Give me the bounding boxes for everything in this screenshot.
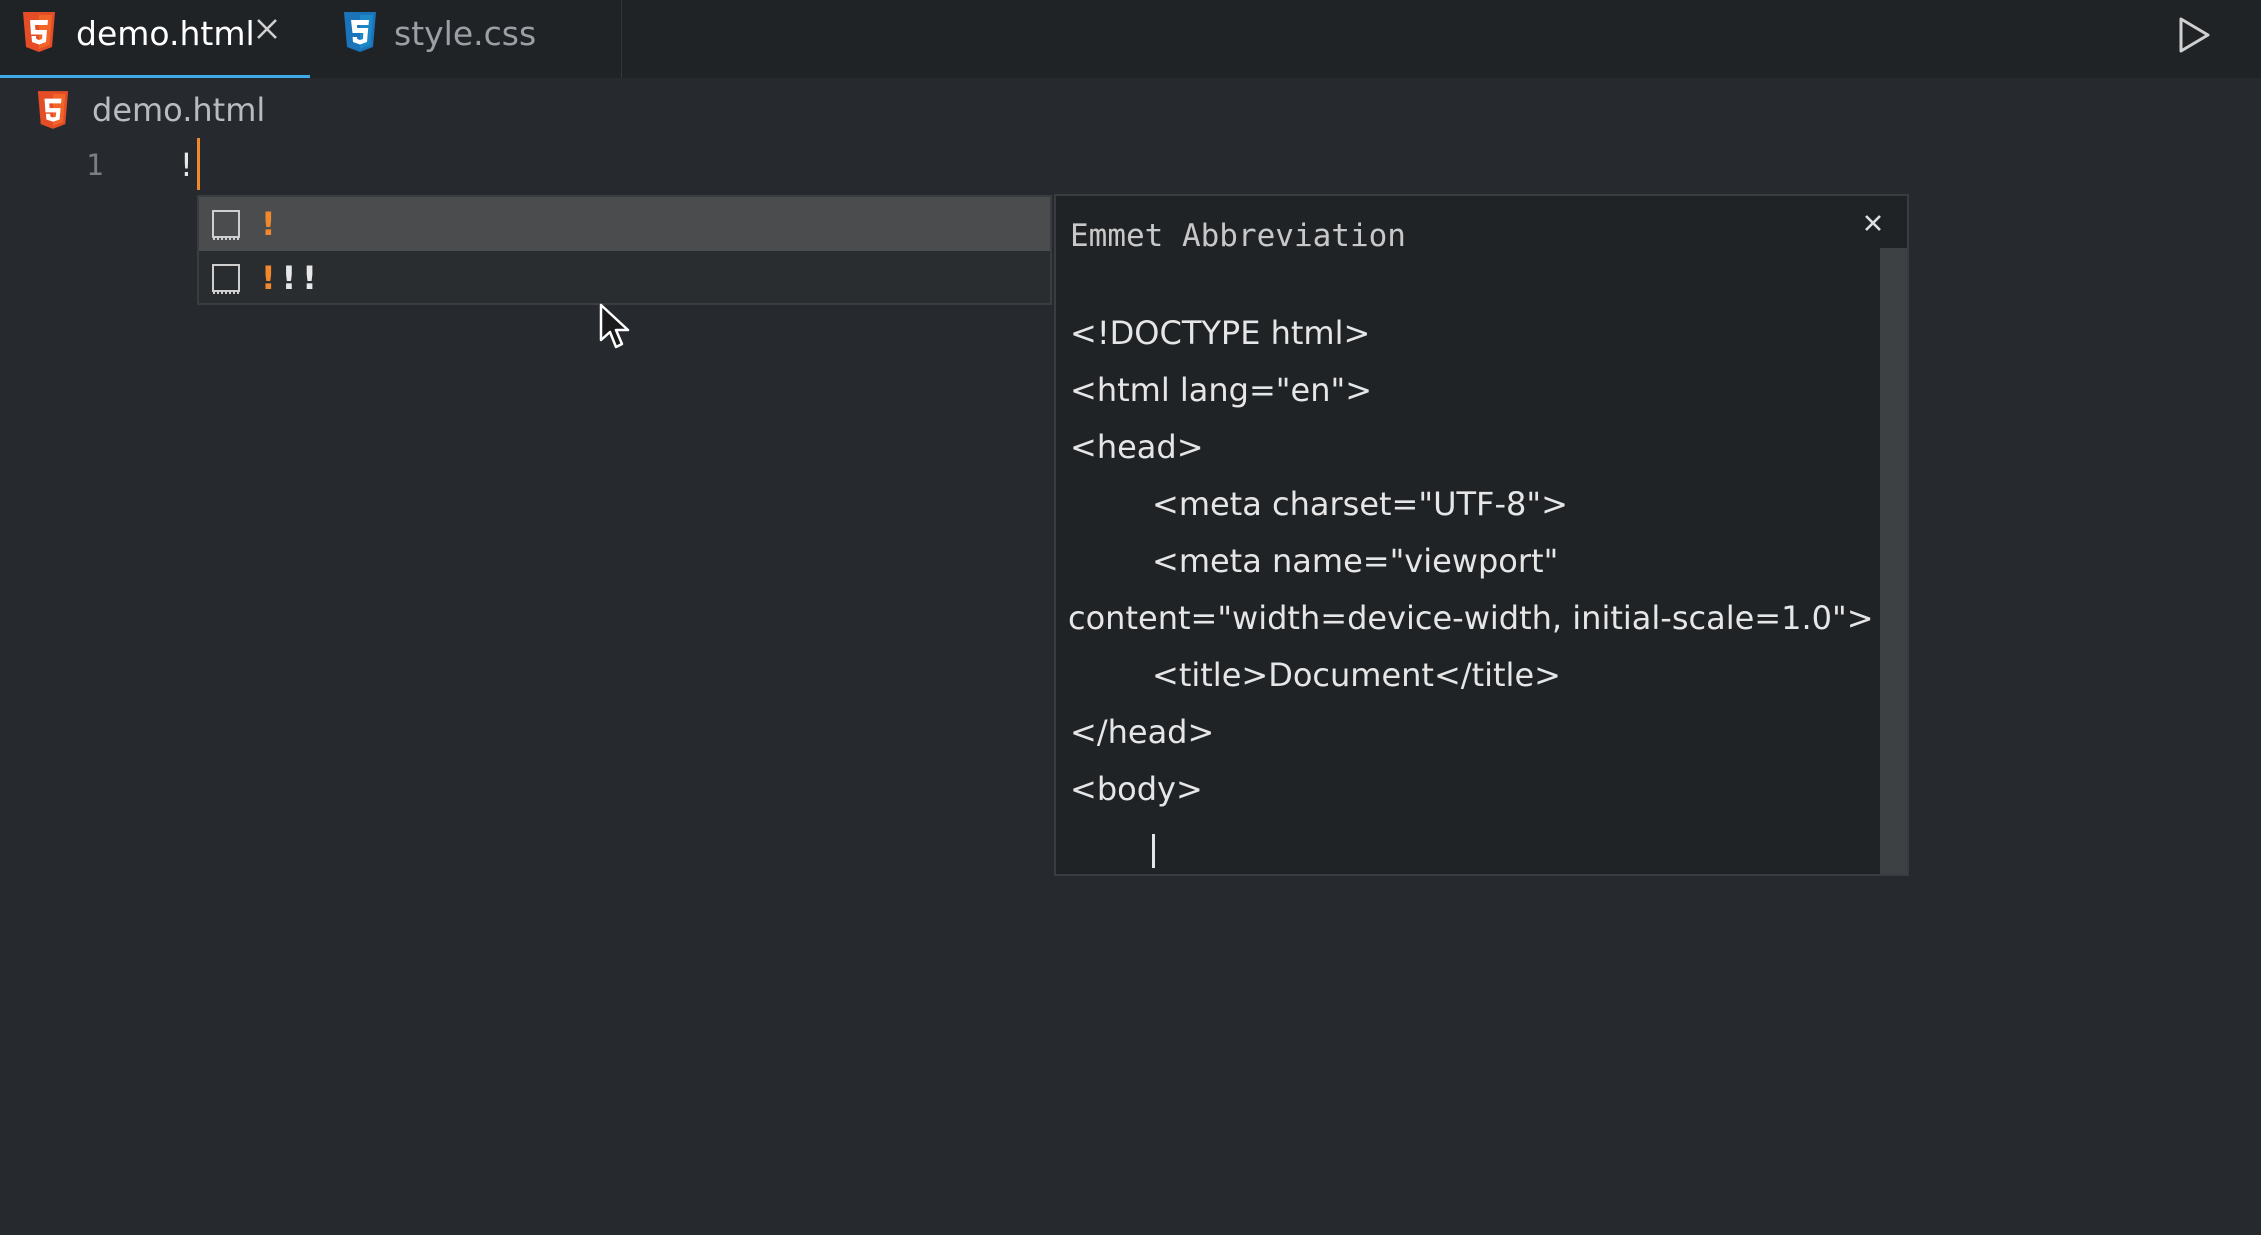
breadcrumb-file[interactable]: demo.html: [92, 91, 265, 129]
close-icon[interactable]: [252, 14, 282, 44]
details-title: Emmet Abbreviation: [1070, 218, 1406, 254]
suggestion-item[interactable]: !!!: [199, 251, 1050, 305]
code-line[interactable]: !: [180, 146, 193, 184]
tab-demo-html[interactable]: demo.html: [0, 0, 310, 78]
tab-label: style.css: [394, 14, 537, 53]
html5-icon: [37, 91, 69, 129]
details-line: <head>: [1070, 428, 1204, 466]
details-line: content="width=device-width, initial-sca…: [1068, 599, 1874, 637]
snippet-icon: [212, 210, 240, 240]
details-line: <meta charset="UTF-8">: [1152, 485, 1568, 523]
details-line: <html lang="en">: [1070, 371, 1372, 409]
breadcrumb: demo.html: [36, 88, 265, 132]
suggestion-item[interactable]: !: [199, 197, 1050, 251]
snippet-icon: [212, 264, 240, 294]
suggestion-match: !: [261, 259, 282, 297]
close-icon[interactable]: [1856, 206, 1890, 240]
tab-bar: demo.html style.css: [0, 0, 2261, 78]
suggestion-label: !: [261, 205, 282, 243]
details-line: <meta name="viewport": [1152, 542, 1559, 580]
line-number: 1: [86, 148, 104, 182]
suggestion-rest: !!: [281, 259, 323, 297]
text-cursor: [197, 138, 200, 190]
mouse-pointer-icon: [599, 303, 630, 349]
details-line: <body>: [1070, 770, 1203, 808]
css3-icon: [344, 12, 376, 52]
suggestion-match: !: [261, 205, 282, 243]
tab-label: demo.html: [76, 14, 255, 53]
play-icon[interactable]: [2172, 14, 2214, 56]
html5-icon: [23, 12, 55, 52]
details-line: </head>: [1070, 713, 1215, 751]
suggestion-details-panel: Emmet Abbreviation <!DOCTYPE html> <html…: [1054, 194, 1909, 876]
suggestion-list: ! !!!: [197, 195, 1052, 305]
suggestion-label: !!!: [261, 259, 323, 297]
details-scrollbar[interactable]: [1880, 248, 1907, 874]
cursor-placeholder: [1152, 834, 1155, 868]
details-line: <title>Document</title>: [1152, 656, 1561, 694]
tab-style-css[interactable]: style.css: [310, 0, 622, 78]
details-line: <!DOCTYPE html>: [1070, 314, 1371, 352]
